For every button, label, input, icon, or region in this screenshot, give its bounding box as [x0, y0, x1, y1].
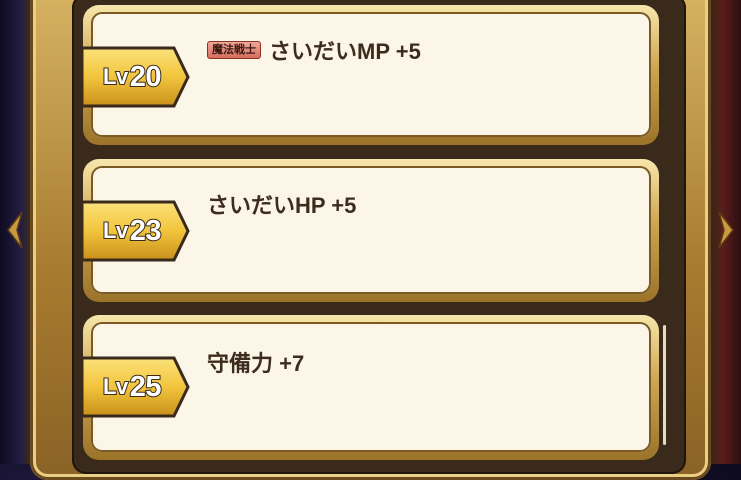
skill-description: さいだいHP +5: [207, 188, 356, 220]
next-page-button[interactable]: [717, 210, 735, 250]
previous-page-button[interactable]: [6, 210, 24, 250]
skill-description: 守備力 +7: [207, 346, 304, 378]
skill-description: 魔法戦士 さいだいMP +5: [207, 34, 421, 66]
level-label: Lv 23: [102, 214, 162, 248]
job-tag: 魔法戦士: [207, 41, 261, 59]
level-label: Lv 20: [102, 60, 162, 94]
skill-text: 守備力 +7: [207, 351, 305, 376]
chevron-right-icon: [718, 211, 734, 249]
scrollbar[interactable]: [663, 325, 666, 445]
skill-text: さいだいMP +5: [269, 39, 421, 64]
level-label: Lv 25: [102, 370, 162, 404]
level-badge: Lv 20: [80, 44, 192, 110]
chevron-left-icon: [7, 211, 23, 249]
skill-text: さいだいHP +5: [207, 193, 357, 218]
level-badge: Lv 23: [80, 198, 192, 264]
level-badge: Lv 25: [80, 354, 192, 420]
